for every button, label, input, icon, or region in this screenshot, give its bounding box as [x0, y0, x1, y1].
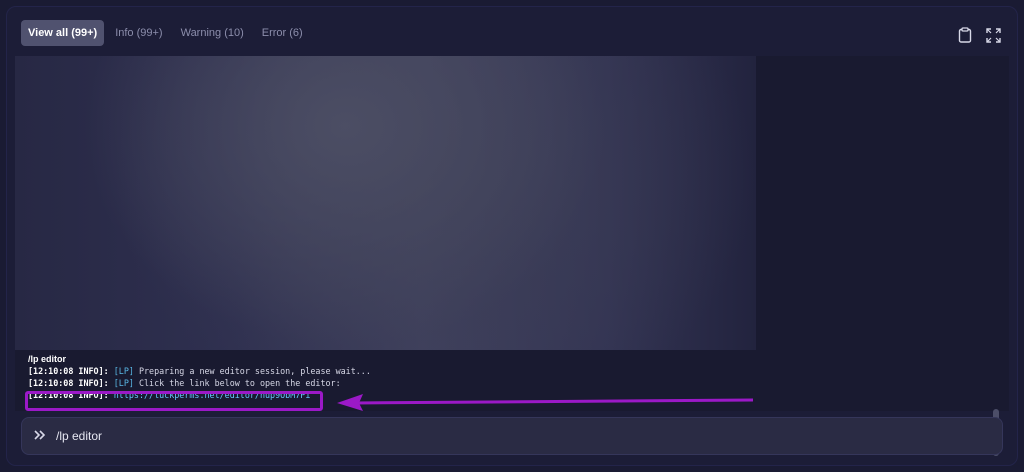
command-input-bar[interactable]: [21, 417, 1003, 455]
log-tag: [LP]: [113, 366, 134, 376]
blurred-log-area: [15, 56, 756, 350]
link-highlight-box: [25, 391, 323, 411]
chevrons-right-icon: [34, 427, 46, 445]
expand-icon[interactable]: [985, 27, 1001, 43]
tab-warning[interactable]: Warning (10): [174, 20, 251, 46]
console-line: /lp editor: [28, 353, 371, 365]
console-output: /lp editor [12:10:08 INFO]: [LP] Prepari…: [15, 56, 1009, 456]
console-line: [12:10:08 INFO]: [LP] Preparing a new ed…: [28, 365, 371, 377]
log-text: Click the link below to open the editor:: [138, 378, 341, 388]
log-filter-tabs: View all (99+) Info (99+) Warning (10) E…: [21, 20, 310, 46]
annotation-arrow-icon: [337, 394, 754, 411]
tab-error[interactable]: Error (6): [255, 20, 310, 46]
console-line: [12:10:08 INFO]: [LP] Click the link bel…: [28, 377, 371, 389]
log-tag: [LP]: [113, 378, 134, 388]
tab-view-all[interactable]: View all (99+): [21, 20, 105, 46]
tab-info[interactable]: Info (99+): [108, 20, 169, 46]
log-timestamp: [12:10:08 INFO]:: [28, 378, 109, 388]
clipboard-icon[interactable]: [957, 27, 973, 43]
console-toolbar: [957, 27, 1001, 43]
console-window: View all (99+) Info (99+) Warning (10) E…: [6, 6, 1018, 466]
command-echo: /lp editor: [28, 354, 66, 364]
log-timestamp: [12:10:08 INFO]:: [28, 366, 109, 376]
command-input[interactable]: [56, 429, 956, 443]
log-text: Preparing a new editor session, please w…: [138, 366, 371, 376]
